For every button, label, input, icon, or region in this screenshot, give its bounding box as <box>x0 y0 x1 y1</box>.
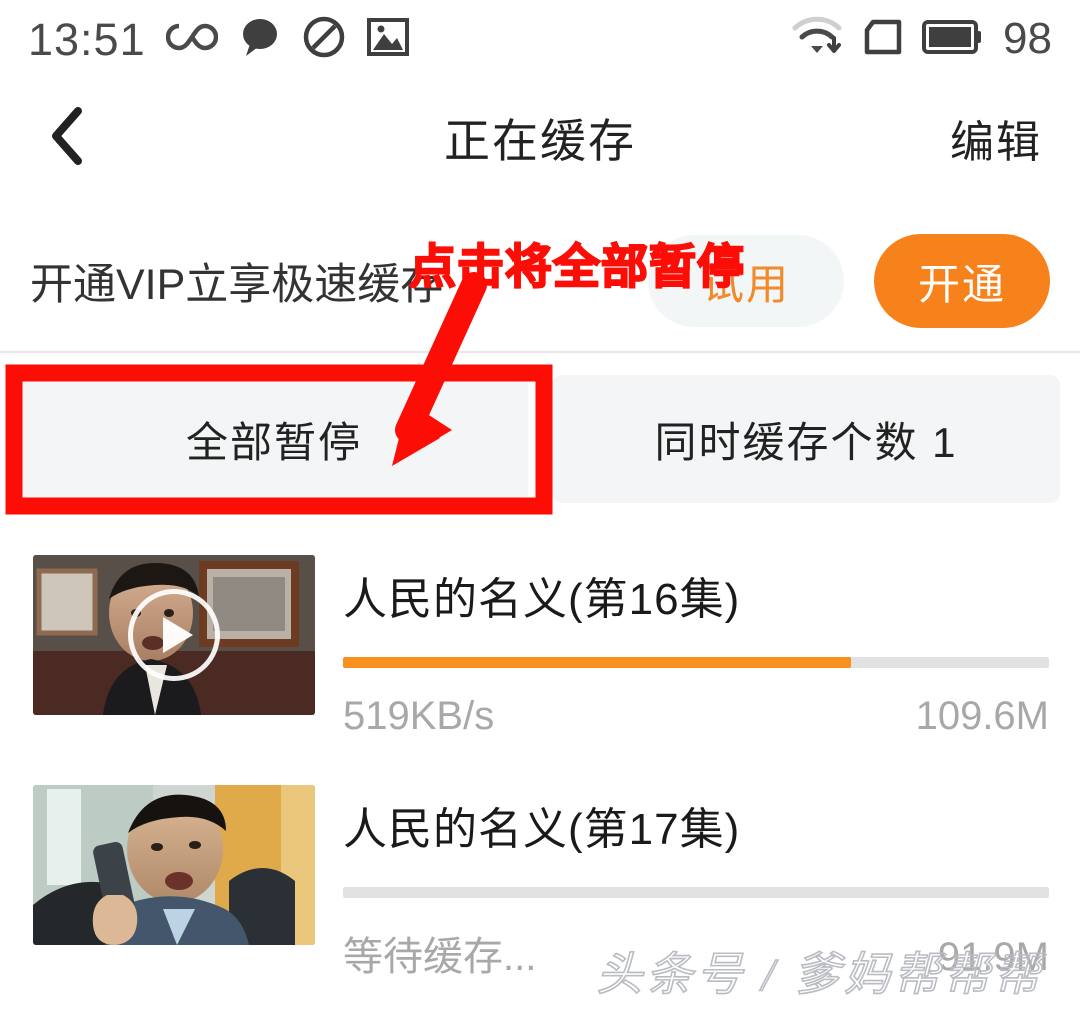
table-row[interactable]: 人民的名义(第16集) 519KB/s 109.6M <box>0 520 1080 750</box>
phone-screen: 13:51 98 正在缓存 编辑 开通VIP立享极速缓存 试用 开通 全部暂停 … <box>0 0 1080 1022</box>
nav-bar: 正在缓存 编辑 <box>0 78 1080 198</box>
banner-divider <box>0 351 1080 353</box>
control-tab-row: 全部暂停 同时缓存个数 1 <box>0 375 1080 503</box>
watermark: 头条号 / 爹妈帮帮帮 <box>595 948 1044 1001</box>
progress-bar-fill <box>343 657 852 668</box>
wifi-download-icon <box>789 14 845 65</box>
download-title: 人民的名义(第17集) <box>343 805 741 854</box>
download-speed: 519KB/s <box>343 694 495 738</box>
battery-percent-label: 98 <box>1003 14 1052 63</box>
sim-card-icon <box>861 16 905 63</box>
battery-icon <box>921 17 983 62</box>
image-icon <box>366 16 410 63</box>
page-title: 正在缓存 <box>444 115 636 167</box>
download-title: 人民的名义(第16集) <box>343 575 741 624</box>
download-status: 等待缓存... <box>343 935 537 979</box>
play-icon[interactable] <box>128 589 220 681</box>
download-list: 人民的名义(第16集) 519KB/s 109.6M 人民的名义(第17集) 等… <box>0 520 1080 980</box>
status-time: 13:51 <box>28 13 146 65</box>
do-not-disturb-icon <box>302 15 346 64</box>
download-size: 109.6M <box>915 694 1049 738</box>
vip-banner-text: 开通VIP立享极速缓存 <box>30 261 444 309</box>
progress-bar <box>343 657 1049 668</box>
download-info: 人民的名义(第16集) 519KB/s 109.6M <box>315 555 1049 750</box>
status-bar-right: 98 <box>789 14 1052 65</box>
status-bar-left: 13:51 <box>28 15 410 64</box>
trial-button[interactable]: 试用 <box>648 235 844 327</box>
open-vip-button[interactable]: 开通 <box>874 234 1050 328</box>
thumbnail-image-2 <box>33 785 315 945</box>
edit-button[interactable]: 编辑 <box>950 106 1042 170</box>
video-thumbnail[interactable] <box>33 785 315 945</box>
progress-bar <box>343 887 1049 898</box>
status-bar: 13:51 98 <box>0 0 1080 78</box>
infinity-icon <box>165 20 218 59</box>
vip-banner: 开通VIP立享极速缓存 试用 开通 <box>0 215 1080 347</box>
vip-banner-actions: 试用 开通 <box>648 234 1050 328</box>
chat-bubble-icon <box>238 16 282 63</box>
download-meta: 519KB/s 109.6M <box>343 694 1049 739</box>
pause-all-button[interactable]: 全部暂停 <box>20 375 528 503</box>
video-thumbnail[interactable] <box>33 555 315 715</box>
concurrent-count-button[interactable]: 同时缓存个数 1 <box>552 375 1060 503</box>
